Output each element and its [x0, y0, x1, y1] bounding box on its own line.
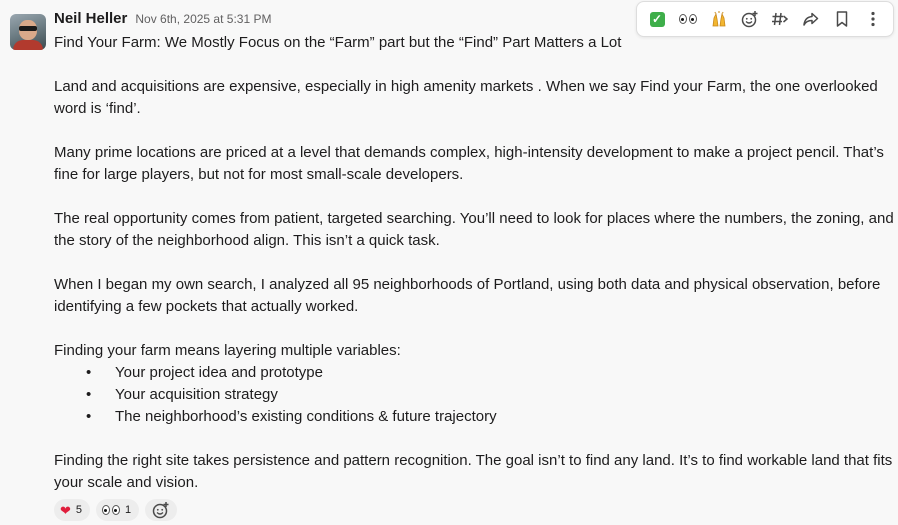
paragraph: When I began my own search, I analyzed a…: [54, 276, 881, 315]
react-check-button[interactable]: ✓: [643, 5, 671, 33]
bullet-list: • Your project idea and prototype • Your a…: [54, 362, 894, 428]
heart-icon: ❤: [60, 502, 71, 518]
reaction-count: 5: [75, 504, 83, 516]
message-content: Neil Heller Nov 6th, 2025 at 5:31 PM Fin…: [54, 10, 894, 494]
reaction-count: 1: [125, 504, 132, 516]
add-reaction-toolbar-button[interactable]: [736, 5, 764, 33]
message-actions-toolbar: ✓: [636, 1, 894, 37]
bullet-dot: •: [86, 364, 92, 381]
avatar-shirt: [13, 40, 43, 50]
forward-message-button[interactable]: [797, 5, 825, 33]
reactions-bar: ❤ 5 1: [54, 499, 178, 521]
bullet-dot: •: [86, 386, 92, 403]
list-item: • Your acquisition strategy: [54, 384, 894, 406]
more-actions-icon: [871, 11, 875, 27]
reply-in-thread-icon: [772, 12, 789, 26]
forward-icon: [803, 12, 819, 26]
list-item: • The neighborhood’s existing conditions …: [54, 406, 894, 428]
paragraph: Land and acquisitions are expensive, esp…: [54, 78, 878, 117]
list-item-text: Your acquisition strategy: [115, 386, 278, 403]
message-timestamp[interactable]: Nov 6th, 2025 at 5:31 PM: [135, 12, 271, 26]
avatar-glasses: [19, 26, 37, 31]
check-emoji-icon: ✓: [649, 11, 665, 27]
eyes-emoji-icon: [678, 14, 697, 24]
author-name[interactable]: Neil Heller: [54, 10, 127, 27]
author-avatar[interactable]: [10, 14, 46, 50]
raised-hands-emoji-icon: [712, 11, 726, 27]
list-item-text: The neighborhood’s existing conditions &…: [115, 408, 497, 425]
paragraph: Finding your farm means layering multipl…: [54, 342, 401, 359]
paragraph: Finding the right site takes persistence…: [54, 452, 893, 491]
add-reaction-icon: [741, 11, 758, 28]
add-reaction-icon: [152, 502, 169, 519]
paragraph: Many prime locations are priced at a lev…: [54, 144, 884, 183]
paragraph: The real opportunity comes from patient,…: [54, 210, 894, 249]
reaction-heart[interactable]: ❤ 5: [54, 499, 91, 521]
reaction-eyes[interactable]: 1: [96, 499, 140, 521]
react-raised-hands-button[interactable]: [705, 5, 733, 33]
list-item-text: Your project idea and prototype: [115, 364, 323, 381]
add-reaction-button[interactable]: [145, 499, 178, 521]
message: Neil Heller Nov 6th, 2025 at 5:31 PM Fin…: [0, 0, 898, 525]
bullet-dot: •: [86, 408, 92, 425]
save-for-later-button[interactable]: [828, 5, 856, 33]
eyes-icon: [102, 505, 121, 515]
reply-in-thread-button[interactable]: [766, 5, 794, 33]
react-eyes-button[interactable]: [674, 5, 702, 33]
list-item: • Your project idea and prototype: [54, 362, 894, 384]
message-body: Find Your Farm: We Mostly Focus on the “…: [54, 32, 894, 494]
bookmark-icon: [836, 11, 848, 27]
more-actions-button[interactable]: [859, 5, 887, 33]
